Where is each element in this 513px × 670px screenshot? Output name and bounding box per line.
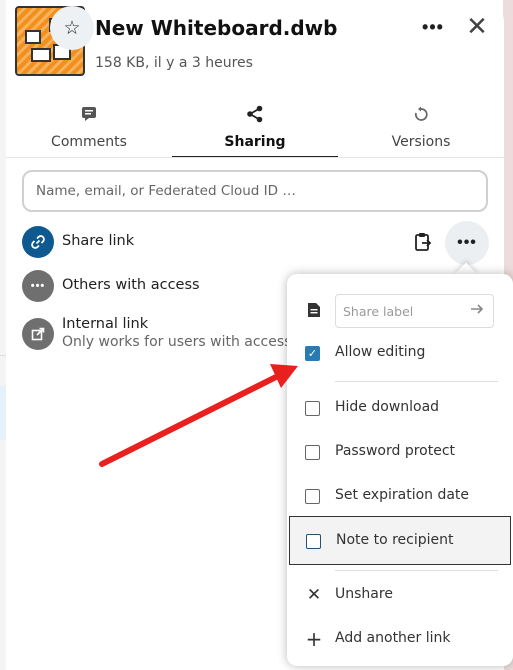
share-link-more-button[interactable]: ••• xyxy=(445,221,489,265)
tabs-divider xyxy=(6,157,504,158)
menu-separator xyxy=(335,381,498,382)
unshare-label: Unshare xyxy=(335,586,393,602)
expiration-date-checkbox[interactable] xyxy=(305,489,320,504)
tab-versions-label: Versions xyxy=(391,134,451,150)
menu-separator xyxy=(335,570,498,571)
plus-icon: + xyxy=(305,627,323,651)
tab-sharing[interactable]: Sharing xyxy=(172,100,338,158)
tab-versions[interactable]: Versions xyxy=(338,100,504,158)
password-protect-option[interactable]: Password protect xyxy=(287,431,513,475)
clipboard-icon xyxy=(415,233,432,251)
share-search-input[interactable] xyxy=(22,170,488,212)
submit-arrow-icon[interactable] xyxy=(469,301,485,321)
header-more-button[interactable]: ••• xyxy=(418,12,448,42)
internal-link-label[interactable]: Internal link xyxy=(62,316,148,332)
file-title: New Whiteboard.dwb xyxy=(95,16,338,40)
unshare-option[interactable]: ✕ Unshare xyxy=(287,574,513,618)
note-to-recipient-option[interactable]: Note to recipient xyxy=(289,516,511,565)
internal-link-description: Only works for users with access t xyxy=(62,334,302,350)
allow-editing-option[interactable]: ✓ Allow editing xyxy=(287,332,513,376)
share-icon xyxy=(172,102,338,126)
password-protect-checkbox[interactable] xyxy=(305,445,320,460)
add-another-link-option[interactable]: + Add another link xyxy=(287,618,513,662)
add-another-link-label: Add another link xyxy=(335,630,451,646)
hide-download-checkbox[interactable] xyxy=(305,401,320,416)
external-link-icon xyxy=(22,318,54,350)
tab-sharing-label: Sharing xyxy=(224,134,286,150)
history-icon xyxy=(338,102,504,126)
file-meta: 158 KB, il y a 3 heures xyxy=(95,55,253,71)
note-to-recipient-checkbox[interactable] xyxy=(306,534,321,549)
share-link-label[interactable]: Share link xyxy=(62,233,134,249)
close-button[interactable]: ✕ xyxy=(461,10,493,42)
hide-download-option[interactable]: Hide download xyxy=(287,387,513,431)
allow-editing-checkbox[interactable]: ✓ xyxy=(305,346,320,361)
comment-icon xyxy=(6,102,172,126)
copy-clipboard-button[interactable] xyxy=(412,231,434,253)
note-to-recipient-label: Note to recipient xyxy=(336,532,454,548)
share-options-menu: ✓ Allow editing Hide download Password p… xyxy=(287,274,513,666)
tab-comments-label: Comments xyxy=(51,134,127,150)
close-icon: ✕ xyxy=(306,585,322,605)
others-icon: ••• xyxy=(22,270,54,302)
allow-editing-label: Allow editing xyxy=(335,344,426,360)
link-icon xyxy=(22,226,54,258)
expiration-date-option[interactable]: Set expiration date xyxy=(287,475,513,519)
more-horizontal-icon: ••• xyxy=(422,16,444,37)
tab-comments[interactable]: Comments xyxy=(6,100,172,158)
document-icon xyxy=(305,302,323,322)
hide-download-label: Hide download xyxy=(335,399,440,415)
star-icon: ☆ xyxy=(63,17,81,39)
password-protect-label: Password protect xyxy=(335,443,456,459)
expiration-date-label: Set expiration date xyxy=(335,487,470,503)
more-horizontal-icon: ••• xyxy=(457,234,477,251)
close-icon: ✕ xyxy=(466,10,488,41)
favorite-star-button[interactable]: ☆ xyxy=(50,6,94,50)
others-with-access-label[interactable]: Others with access xyxy=(62,277,200,293)
